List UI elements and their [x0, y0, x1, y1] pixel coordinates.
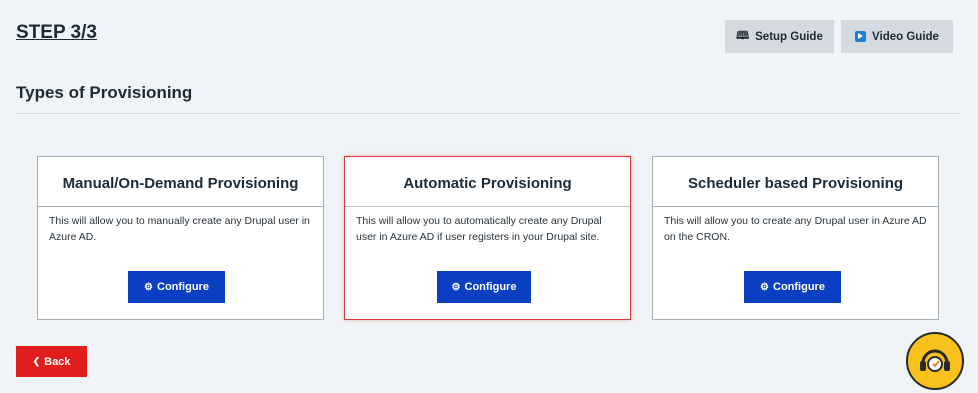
gear-icon: ⚙: [451, 281, 461, 293]
section-divider: [16, 113, 960, 114]
support-widget-button[interactable]: [906, 332, 964, 390]
book-icon: 🕮: [736, 30, 750, 42]
back-label: Back: [44, 355, 71, 368]
step-title: STEP 3/3: [16, 22, 97, 43]
back-button[interactable]: ❮ Back: [16, 346, 87, 377]
video-guide-label: Video Guide: [872, 30, 939, 43]
card-scheduler-provisioning: Scheduler based Provisioning This will a…: [652, 156, 939, 320]
video-icon: [855, 31, 867, 42]
video-guide-button[interactable]: Video Guide: [841, 20, 953, 53]
card-description: This will allow you to manually create a…: [49, 215, 310, 243]
gear-icon: ⚙: [760, 281, 769, 293]
setup-guide-label: Setup Guide: [755, 30, 823, 43]
provisioning-page: STEP 3/3 🕮 Setup Guide Video Guide Types…: [0, 0, 978, 393]
configure-label: Configure: [464, 281, 517, 293]
configure-label: Configure: [773, 281, 825, 293]
section-title: Types of Provisioning: [16, 83, 193, 102]
card-title: Manual/On-Demand Provisioning: [38, 157, 323, 207]
headset-support-icon: [920, 349, 950, 372]
configure-automatic-button[interactable]: ⚙ Configure: [437, 271, 531, 303]
configure-scheduler-button[interactable]: ⚙ Configure: [744, 271, 841, 303]
card-title: Automatic Provisioning: [345, 157, 630, 207]
card-description: This will allow you to automatically cre…: [356, 215, 602, 243]
gear-icon: ⚙: [144, 281, 153, 293]
configure-manual-button[interactable]: ⚙ Configure: [128, 271, 225, 303]
configure-label: Configure: [157, 281, 209, 293]
setup-guide-button[interactable]: 🕮 Setup Guide: [725, 20, 834, 53]
card-description: This will allow you to create any Drupal…: [664, 215, 927, 243]
card-manual-provisioning: Manual/On-Demand Provisioning This will …: [37, 156, 324, 320]
chevron-left-icon: ❮: [32, 356, 41, 366]
card-title: Scheduler based Provisioning: [653, 157, 938, 207]
card-automatic-provisioning: Automatic Provisioning This will allow y…: [344, 156, 631, 320]
